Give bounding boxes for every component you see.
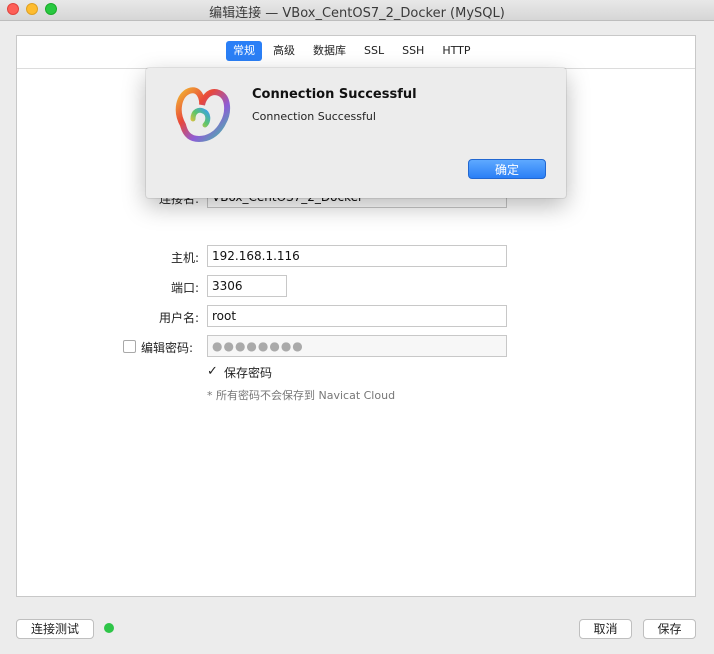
tab-ssh[interactable]: SSH	[395, 41, 431, 61]
edit-password-checkbox[interactable]	[123, 340, 136, 353]
cancel-button[interactable]: 取消	[579, 619, 632, 639]
navicat-logo-icon	[175, 87, 231, 143]
tab-databases[interactable]: 数据库	[306, 41, 353, 61]
save-password-label: 保存密码	[224, 366, 273, 380]
title-bar: 编辑连接 — VBox_CentOS7_2_Docker (MySQL)	[0, 0, 714, 21]
tab-bar: 常规 高级 数据库 SSL SSH HTTP	[17, 36, 695, 69]
connection-status-indicator	[104, 623, 114, 633]
edit-password-label: 编辑密码:	[141, 341, 194, 355]
window-title: 编辑连接 — VBox_CentOS7_2_Docker (MySQL)	[209, 6, 505, 21]
alert-title: Connection Successful	[252, 87, 417, 102]
host-input[interactable]: 192.168.1.116	[207, 245, 507, 267]
alert-message: Connection Successful	[252, 110, 376, 123]
save-button[interactable]: 保存	[643, 619, 696, 639]
tab-general[interactable]: 常规	[226, 41, 262, 61]
tab-advanced[interactable]: 高级	[266, 41, 302, 61]
password-note: * 所有密码不会保存到 Navicat Cloud	[207, 389, 396, 402]
host-label: 主机:	[170, 251, 199, 265]
test-connection-button[interactable]: 连接测试	[16, 619, 94, 639]
alert-ok-button[interactable]: 确定	[468, 159, 546, 179]
save-password-checkbox[interactable]: ✓	[207, 365, 218, 378]
tab-ssl[interactable]: SSL	[357, 41, 391, 61]
port-input[interactable]: 3306	[207, 275, 287, 297]
username-label: 用户名:	[158, 311, 199, 325]
password-input[interactable]: ●●●●●●●●	[207, 335, 507, 357]
connection-success-alert: Connection Successful Connection Success…	[146, 68, 566, 198]
tab-http[interactable]: HTTP	[435, 41, 477, 61]
port-label: 端口:	[170, 281, 199, 295]
username-input[interactable]: root	[207, 305, 507, 327]
